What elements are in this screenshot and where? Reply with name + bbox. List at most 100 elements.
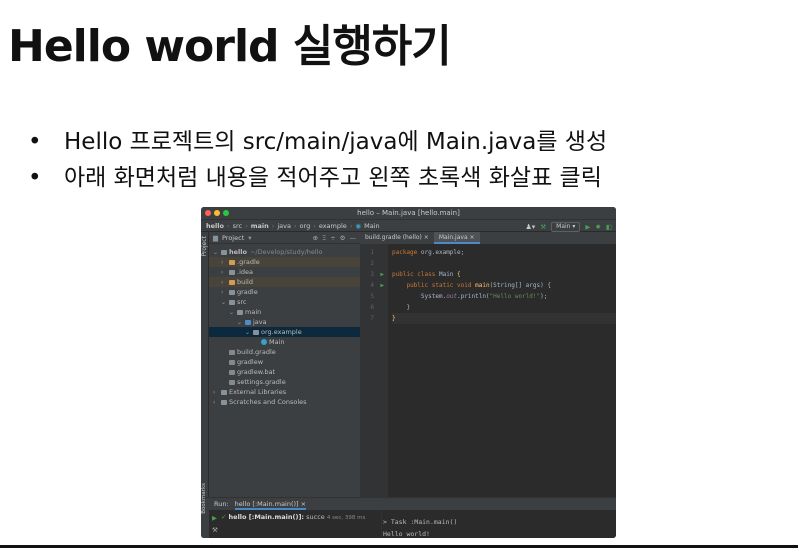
tree-item[interactable]: › .gradle: [209, 257, 360, 267]
folder-icon: [229, 299, 235, 305]
tab-main-java[interactable]: Main.java ×: [433, 232, 480, 244]
tree-item-label: main: [245, 308, 262, 316]
tree-item-label: gradle: [237, 288, 258, 296]
tree-item-label: hello: [229, 248, 247, 256]
tree-item-label: Scratches and Consoles: [229, 398, 307, 406]
run-tree-item[interactable]: hello [:Main.main()]:: [229, 513, 305, 521]
locate-icon[interactable]: ⊕: [313, 232, 318, 244]
breadcrumb-item[interactable]: src: [233, 220, 243, 232]
tree-item[interactable]: ⌄ org.example: [209, 327, 360, 337]
console-output[interactable]: > Task :Main.main() Hello world!: [383, 510, 616, 538]
tree-item[interactable]: gradlew.bat: [209, 367, 360, 377]
folder-icon: [245, 319, 251, 325]
tree-item-label: build.gradle: [237, 348, 276, 356]
run-gutter-icon[interactable]: ▶: [380, 280, 384, 291]
tree-item-label: gradlew: [237, 358, 264, 366]
tree-item-label: src: [237, 298, 247, 306]
left-tool-stripe: Project: [201, 232, 209, 497]
project-tree: ⌄ hello ~/Develop/study/hello › .gradle › .ide…: [209, 244, 360, 407]
project-panel: ▆ Project ▾ ⊕ Ξ ÷ ⚙ — ⌄ hello ~/Develop/st…: [209, 232, 360, 497]
class-icon: ◉: [355, 221, 362, 230]
window-titlebar: hello – Main.java [hello.main]: [201, 207, 616, 219]
folder-icon: [229, 259, 235, 265]
tree-item-label: .idea: [237, 268, 253, 276]
bullet-item: • Hello 프로젝트의 src/main/java에 Main.java를 생…: [28, 129, 608, 155]
slide-bottom-rule: [0, 545, 798, 548]
gear-icon[interactable]: ⚙: [340, 232, 346, 244]
file-icon: [229, 379, 235, 385]
success-check-icon: ✓: [221, 513, 227, 521]
tree-item[interactable]: gradlew: [209, 357, 360, 367]
window-title: hello – Main.java [hello.main]: [357, 209, 460, 217]
tree-item-label: External Libraries: [229, 388, 287, 396]
breadcrumb-item[interactable]: example: [319, 220, 347, 232]
class-icon: [261, 339, 267, 345]
tree-item[interactable]: Main: [209, 337, 360, 347]
folder-icon: [229, 269, 235, 275]
tree-item-path: ~/Develop/study/hello: [249, 248, 323, 256]
file-icon: [229, 359, 235, 365]
tree-item[interactable]: › build: [209, 277, 360, 287]
tree-item-label: .gradle: [237, 258, 260, 266]
tree-item-label: gradlew.bat: [237, 368, 276, 376]
expand-icon[interactable]: ÷: [330, 232, 335, 244]
library-icon: [221, 389, 227, 395]
breadcrumb-item[interactable]: org: [300, 220, 311, 232]
folder-icon: [229, 279, 235, 285]
run-gutter-icon[interactable]: ▶: [380, 269, 384, 280]
tree-item[interactable]: ⌄ java: [209, 317, 360, 327]
bullet-list: • Hello 프로젝트의 src/main/java에 Main.java를 생…: [28, 124, 607, 196]
tree-item[interactable]: › Scratches and Consoles: [209, 397, 360, 407]
slide-title: Hello world 실행하기: [8, 21, 452, 72]
tree-item[interactable]: › External Libraries: [209, 387, 360, 397]
run-panel: Run: hello [:Main.main()] × Bookmarks ▶ …: [201, 483, 616, 538]
tree-item-label: build: [237, 278, 253, 286]
breadcrumb-item[interactable]: Main: [364, 220, 380, 232]
minimize-window-button[interactable]: [214, 210, 220, 216]
breadcrumb-item[interactable]: java: [277, 220, 291, 232]
line-gutter: 1 2 3 ▶ 4 ▶ 5 6 7: [360, 244, 388, 497]
tree-item-label: Main: [269, 338, 285, 346]
editor-tabs: build.gradle (hello) × Main.java ×: [360, 232, 616, 244]
run-config-select[interactable]: Main ▾: [551, 222, 581, 232]
bookmarks-tool-button[interactable]: Bookmarks: [201, 483, 207, 514]
tree-item-label: java: [253, 318, 267, 326]
folder-icon: ▆: [213, 233, 218, 242]
tree-item-label: settings.gradle: [237, 378, 286, 386]
tree-item[interactable]: build.gradle: [209, 347, 360, 357]
package-icon: [253, 329, 259, 335]
hide-icon[interactable]: —: [350, 232, 357, 244]
project-view-select[interactable]: Project: [222, 232, 244, 244]
wrench-icon[interactable]: ⚒: [212, 526, 218, 534]
editor: build.gradle (hello) × Main.java × 1 2 3…: [360, 232, 616, 497]
run-tree: ▶ ⚒ ✓ hello [:Main.main()]: succe 4 sec,…: [209, 510, 382, 538]
tree-item[interactable]: settings.gradle: [209, 377, 360, 387]
close-window-button[interactable]: [205, 210, 211, 216]
collapse-icon[interactable]: Ξ: [322, 232, 326, 244]
bullet-item: • 아래 화면처럼 내용을 적어주고 왼쪽 초록색 화살표 클릭: [28, 165, 602, 191]
tree-item[interactable]: ⌄ main: [209, 307, 360, 317]
chevron-right-icon[interactable]: ›: [213, 398, 221, 408]
tree-item-label: org.example: [261, 328, 302, 336]
folder-icon: [229, 289, 235, 295]
project-tool-button[interactable]: Project: [201, 236, 208, 257]
scratch-icon: [221, 399, 227, 405]
tree-item[interactable]: ⌄ hello ~/Develop/study/hello: [209, 247, 360, 257]
breadcrumb-item[interactable]: main: [251, 220, 269, 232]
maximize-window-button[interactable]: [223, 210, 229, 216]
folder-icon: [237, 309, 243, 315]
file-icon: [229, 349, 235, 355]
tree-item[interactable]: ⌄ src: [209, 297, 360, 307]
breadcrumb: hello › src › main › java › org › example › ◉ …: [201, 219, 616, 232]
breadcrumb-item[interactable]: hello: [206, 220, 224, 232]
code-area[interactable]: package org.example; public class Main {…: [388, 244, 616, 497]
tree-item[interactable]: › .idea: [209, 267, 360, 277]
file-icon: [229, 369, 235, 375]
run-label: Run:: [214, 500, 229, 508]
run-tab[interactable]: hello [:Main.main()] ×: [234, 498, 307, 510]
rerun-icon[interactable]: ▶: [212, 514, 217, 522]
folder-icon: [221, 249, 227, 255]
tab-build-gradle[interactable]: build.gradle (hello) ×: [360, 232, 434, 244]
tree-item[interactable]: › gradle: [209, 287, 360, 297]
ide-screenshot: hello – Main.java [hello.main] hello › sr…: [201, 207, 616, 538]
